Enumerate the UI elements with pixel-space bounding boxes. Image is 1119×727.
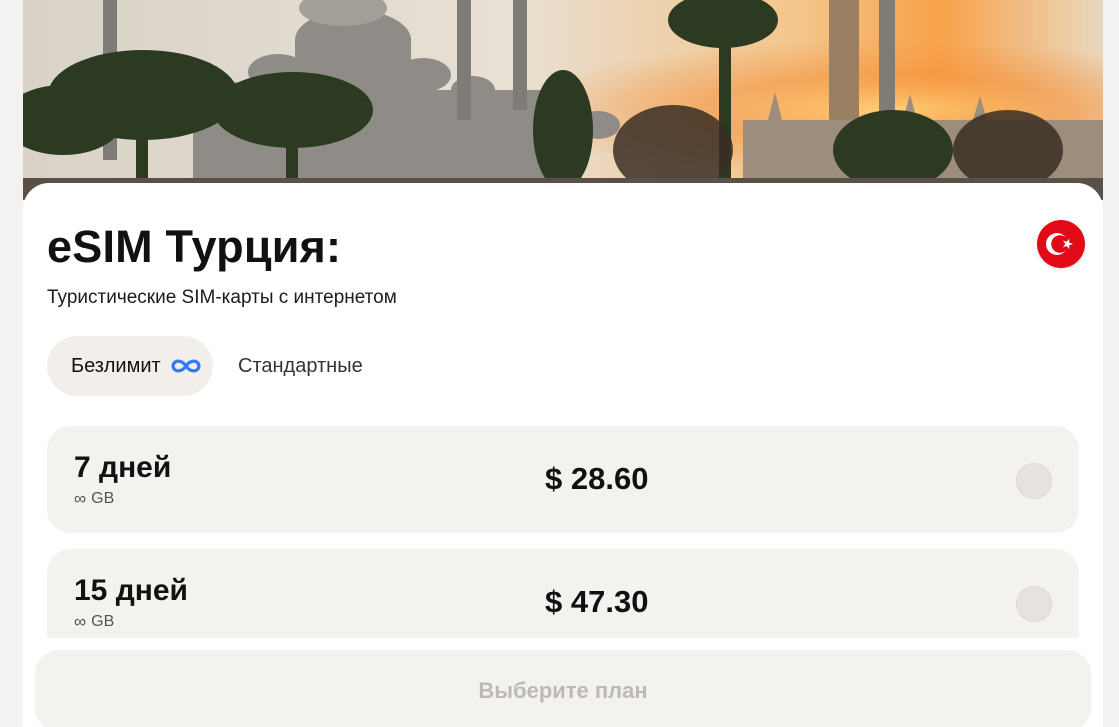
infinity-icon bbox=[169, 357, 203, 375]
infinity-icon: ∞ bbox=[74, 489, 87, 508]
plan-data-unit: GB bbox=[91, 490, 115, 507]
plan-data-unit: GB bbox=[91, 613, 115, 630]
page-subtitle: Туристические SIM-карты с интернетом bbox=[47, 287, 397, 308]
plan-radio[interactable] bbox=[1016, 463, 1052, 499]
hero-image bbox=[23, 0, 1103, 200]
select-plan-button[interactable]: Выберите план bbox=[35, 650, 1091, 727]
page-title: eSIM Турция: bbox=[47, 221, 342, 272]
plan-duration: 15 дней bbox=[74, 574, 188, 607]
plan-type-tabs: Безлимит Стандартные bbox=[47, 336, 387, 396]
plan-radio[interactable] bbox=[1016, 586, 1052, 622]
plan-price: $ 47.30 bbox=[545, 584, 649, 619]
plan-data-amount: ∞ GB bbox=[74, 489, 114, 509]
tab-standard[interactable]: Стандартные bbox=[213, 336, 387, 396]
page: eSIM Турция: Туристические SIM-карты с и… bbox=[0, 0, 1119, 727]
plan-duration: 7 дней bbox=[74, 451, 172, 484]
plan-option-7-days[interactable]: 7 дней ∞ GB $ 28.60 bbox=[47, 426, 1079, 533]
sticky-footer: Выберите план bbox=[23, 638, 1103, 727]
tab-unlimited[interactable]: Безлимит bbox=[47, 336, 213, 396]
plan-price: $ 28.60 bbox=[545, 461, 649, 496]
plan-data-amount: ∞ GB bbox=[74, 612, 114, 632]
turkey-flag-icon bbox=[1037, 220, 1085, 268]
infinity-icon: ∞ bbox=[74, 612, 87, 631]
tab-standard-label: Стандартные bbox=[238, 354, 363, 377]
tab-unlimited-label: Безлимит bbox=[71, 354, 161, 377]
